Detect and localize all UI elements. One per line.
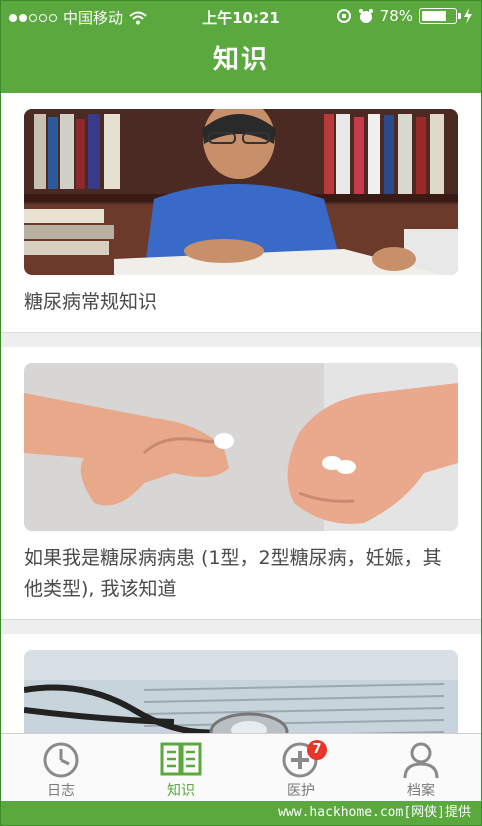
tab-label: 医护: [287, 783, 315, 799]
alarm-icon: [358, 9, 373, 23]
person-icon: [403, 742, 439, 779]
article-feed[interactable]: 糖尿病常规知识 如果我是糖尿病病患 (1型，2型糖尿病，妊娠，其他类型), 我该…: [1, 93, 481, 733]
tab-label: 日志: [47, 783, 75, 799]
top-bar: 中国移动 上午10:21 78% 知识: [1, 1, 481, 93]
tab-diary[interactable]: 日志: [1, 734, 121, 801]
clock-icon: [43, 742, 79, 778]
notification-badge: 7: [307, 740, 327, 760]
book-icon: [160, 742, 202, 776]
tab-profile[interactable]: 档案: [361, 734, 481, 801]
article-card[interactable]: 糖尿病常规知识: [1, 93, 481, 333]
tab-label: 知识: [167, 783, 195, 799]
battery-percent: 78%: [379, 7, 413, 25]
status-right: 78%: [336, 7, 473, 25]
article-title[interactable]: 如果我是糖尿病病患 (1型，2型糖尿病，妊娠，其他类型), 我该知道: [24, 531, 458, 619]
status-bar: 中国移动 上午10:21 78%: [1, 1, 481, 33]
tab-care[interactable]: 7 医护: [241, 734, 361, 801]
tab-knowledge[interactable]: 知识: [121, 734, 241, 801]
page-title: 知识: [212, 45, 269, 75]
tab-bar: 日志 知识 7 医护 档案: [1, 733, 481, 801]
charging-icon: [464, 8, 472, 24]
battery-icon: [419, 8, 461, 24]
article-card[interactable]: [1, 634, 481, 733]
app-screen: 中国移动 上午10:21 78% 知识 糖尿病常规知识 如果我是糖尿病病患 (1…: [0, 0, 482, 826]
pills-in-hands-photo[interactable]: [24, 363, 458, 531]
watermark-strip: www.hackhome.com[网侠]提供: [1, 801, 481, 825]
stethoscope-photo[interactable]: [24, 650, 458, 733]
reading-elder-photo[interactable]: [24, 109, 458, 275]
watermark-text: www.hackhome.com[网侠]提供: [278, 805, 471, 820]
tab-label: 档案: [407, 783, 435, 799]
article-title[interactable]: 糖尿病常规知识: [24, 275, 458, 332]
orientation-lock-icon: [336, 9, 351, 23]
article-card[interactable]: 如果我是糖尿病病患 (1型，2型糖尿病，妊娠，其他类型), 我该知道: [1, 347, 481, 620]
